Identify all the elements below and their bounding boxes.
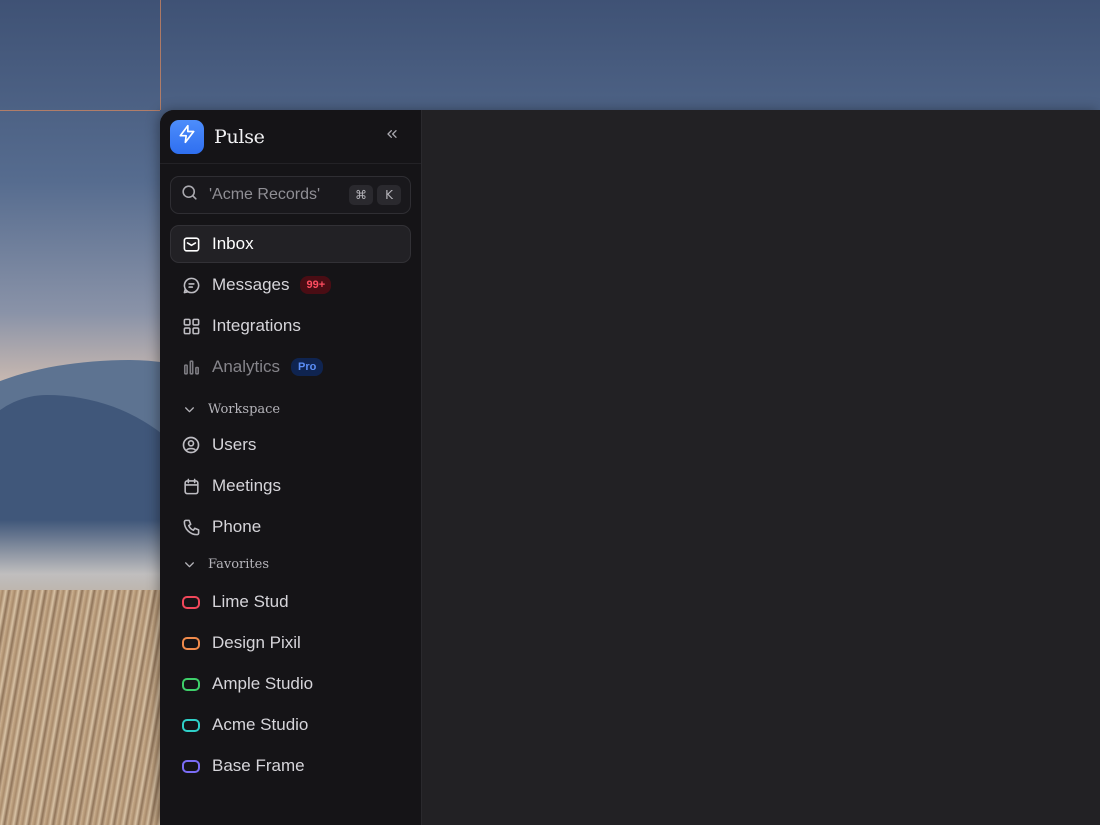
workspace-nav: Users Meetings Phone bbox=[160, 426, 421, 546]
nav-item-label: Analytics bbox=[212, 357, 281, 376]
nav-item-label: Phone bbox=[212, 517, 262, 536]
pro-badge: Pro bbox=[291, 358, 324, 376]
nav-item-integrations[interactable]: Integrations bbox=[170, 307, 411, 345]
nav-item-label: Messages bbox=[212, 275, 290, 294]
nav-item-label: Base Frame bbox=[212, 756, 305, 775]
tag-icon bbox=[181, 592, 201, 612]
shortcut-key-letter: K bbox=[377, 185, 401, 205]
nav-item-phone[interactable]: Phone bbox=[170, 508, 411, 546]
lightning-bolt-icon bbox=[177, 124, 197, 149]
grid-icon bbox=[181, 316, 201, 336]
nav-item-label: Meetings bbox=[212, 476, 281, 495]
tag-icon bbox=[181, 715, 201, 735]
nav-item-label: Inbox bbox=[212, 234, 254, 253]
color-tag bbox=[182, 636, 200, 650]
message-icon bbox=[181, 275, 201, 295]
sidebar-header: Pulse bbox=[160, 110, 421, 164]
favorite-item-design-pixil[interactable]: Design Pixil bbox=[170, 624, 411, 662]
section-title: Favorites bbox=[208, 556, 270, 572]
color-tag bbox=[182, 759, 200, 773]
favorite-item-base-frame[interactable]: Base Frame bbox=[170, 747, 411, 785]
nav-item-users[interactable]: Users bbox=[170, 426, 411, 464]
favorite-item-ample-studio[interactable]: Ample Studio bbox=[170, 665, 411, 703]
section-title: Workspace bbox=[208, 401, 281, 417]
nav-item-messages[interactable]: Messages 99+ bbox=[170, 266, 411, 304]
shortcut-key-modifier: ⌘ bbox=[349, 185, 373, 205]
sidebar: Pulse ⌘ K bbox=[160, 110, 422, 825]
app-logo[interactable] bbox=[170, 119, 204, 154]
nav-item-label: Users bbox=[212, 435, 257, 454]
tag-icon bbox=[181, 756, 201, 776]
calendar-icon bbox=[181, 476, 201, 496]
collapse-sidebar-button[interactable] bbox=[379, 124, 405, 150]
nav-item-meetings[interactable]: Meetings bbox=[170, 467, 411, 505]
favorites-nav: Lime Stud Design Pixil Ample Studio Acme… bbox=[160, 583, 421, 785]
app-window: Pulse ⌘ K bbox=[160, 110, 1100, 825]
unread-count-badge: 99+ bbox=[300, 276, 332, 294]
phone-icon bbox=[181, 517, 201, 537]
inbox-icon bbox=[181, 234, 201, 254]
section-header-workspace[interactable]: Workspace bbox=[160, 394, 421, 424]
color-tag bbox=[182, 718, 200, 732]
search-icon bbox=[180, 183, 199, 207]
main-content-area bbox=[422, 110, 1100, 825]
color-tag bbox=[182, 595, 200, 609]
search-box[interactable]: ⌘ K bbox=[170, 176, 411, 214]
alignment-guide-vertical bbox=[160, 0, 161, 110]
nav-item-label: Design Pixil bbox=[212, 633, 301, 652]
bar-chart-icon bbox=[181, 357, 201, 377]
chevron-down-icon bbox=[182, 402, 196, 416]
color-tag bbox=[182, 677, 200, 691]
tag-icon bbox=[181, 674, 201, 694]
tag-icon bbox=[181, 633, 201, 653]
primary-nav: Inbox Messages 99+ Integrations Analytic… bbox=[160, 225, 421, 386]
chevron-down-icon bbox=[182, 557, 196, 571]
app-name: Pulse bbox=[214, 125, 265, 148]
nav-item-inbox[interactable]: Inbox bbox=[170, 225, 411, 263]
chevrons-left-icon bbox=[384, 126, 400, 147]
nav-item-label: Integrations bbox=[212, 316, 301, 335]
nav-item-label: Ample Studio bbox=[212, 674, 314, 693]
nav-item-analytics[interactable]: Analytics Pro bbox=[170, 348, 411, 386]
nav-item-label: Acme Studio bbox=[212, 715, 309, 734]
favorite-item-lime-stud[interactable]: Lime Stud bbox=[170, 583, 411, 621]
search-input[interactable] bbox=[207, 185, 345, 205]
section-header-favorites[interactable]: Favorites bbox=[160, 549, 421, 579]
favorite-item-acme-studio[interactable]: Acme Studio bbox=[170, 706, 411, 744]
user-circle-icon bbox=[181, 435, 201, 455]
nav-item-label: Lime Stud bbox=[212, 592, 289, 611]
alignment-guide-horizontal bbox=[0, 110, 160, 111]
